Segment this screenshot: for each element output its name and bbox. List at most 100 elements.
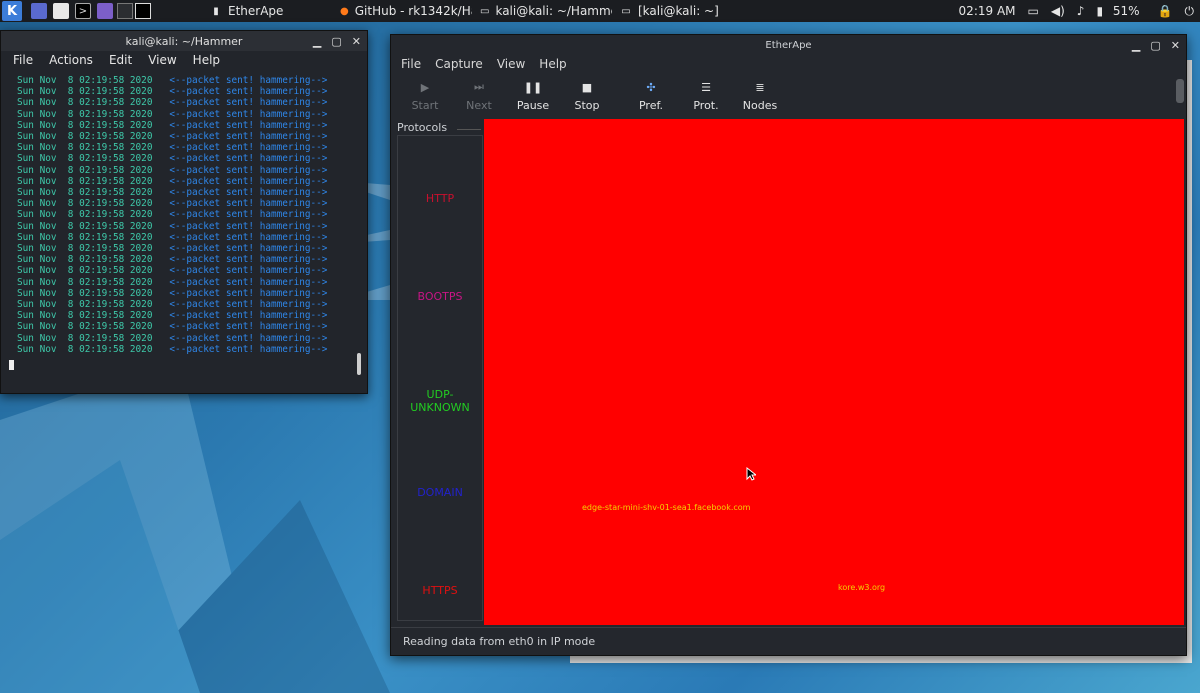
menu-help[interactable]: Help xyxy=(193,53,220,67)
line-message: <--packet sent! hammering--> xyxy=(169,310,328,322)
terminal-line: Sun Nov 8 02:19:58 2020 <--packet sent! … xyxy=(17,109,367,120)
line-timestamp: Sun Nov 8 02:19:58 2020 xyxy=(17,343,170,355)
line-timestamp: Sun Nov 8 02:19:58 2020 xyxy=(17,321,170,333)
display-icon[interactable]: ▭ xyxy=(1028,4,1039,18)
workspace-1[interactable] xyxy=(117,3,133,19)
menu-help[interactable]: Help xyxy=(539,57,566,71)
line-timestamp: Sun Nov 8 02:19:58 2020 xyxy=(17,142,170,154)
workspace-switcher-icon[interactable] xyxy=(31,3,47,19)
etherape-menubar: File Capture View Help xyxy=(391,55,1186,73)
text-cursor xyxy=(9,360,14,371)
protocol-udp-unknown[interactable]: UDP-UNKNOWN xyxy=(398,388,482,414)
terminal-line: Sun Nov 8 02:19:58 2020 <--packet sent! … xyxy=(17,243,367,254)
line-message: <--packet sent! hammering--> xyxy=(169,198,328,210)
nodes-list-icon: ≣ xyxy=(755,80,765,94)
line-timestamp: Sun Nov 8 02:19:58 2020 xyxy=(17,86,170,98)
network-graph-canvas[interactable]: edge-star-mini-shv-01-sea1.facebook.com … xyxy=(484,119,1184,625)
terminal-line: Sun Nov 8 02:19:58 2020 <--packet sent! … xyxy=(17,131,367,142)
terminal-line: Sun Nov 8 02:19:58 2020 <--packet sent! … xyxy=(17,277,367,288)
line-message: <--packet sent! hammering--> xyxy=(169,142,328,154)
terminal-line: Sun Nov 8 02:19:58 2020 <--packet sent! … xyxy=(17,187,367,198)
node-label-facebook[interactable]: edge-star-mini-shv-01-sea1.facebook.com xyxy=(582,503,750,512)
volume-icon[interactable]: ◀) xyxy=(1051,4,1065,18)
battery-icon[interactable]: ▮ 51% xyxy=(1096,4,1145,18)
line-timestamp: Sun Nov 8 02:19:58 2020 xyxy=(17,75,170,86)
clock[interactable]: 02:19 AM xyxy=(959,4,1016,18)
line-timestamp: Sun Nov 8 02:19:58 2020 xyxy=(17,131,170,143)
terminal-line: Sun Nov 8 02:19:58 2020 <--packet sent! … xyxy=(17,344,367,355)
lock-icon[interactable]: 🔒 xyxy=(1158,4,1173,18)
terminal-titlebar[interactable]: kali@kali: ~/Hammer ▁ ▢ ✕ xyxy=(1,31,367,51)
protocol-bootps[interactable]: BOOTPS xyxy=(398,290,482,303)
logout-icon[interactable]: ⏻ xyxy=(1185,4,1195,19)
terminal-line: Sun Nov 8 02:19:58 2020 <--packet sent! … xyxy=(17,176,367,187)
menu-view[interactable]: View xyxy=(497,57,525,71)
file-manager-icon[interactable] xyxy=(53,3,69,19)
etherape-window[interactable]: EtherApe ▁ ▢ ✕ File Capture View Help ▶ … xyxy=(390,34,1187,656)
terminal-line: Sun Nov 8 02:19:58 2020 <--packet sent! … xyxy=(17,86,367,97)
terminal-line: Sun Nov 8 02:19:58 2020 <--packet sent! … xyxy=(17,333,367,344)
protocol-https[interactable]: HTTPS xyxy=(398,584,482,597)
minimize-icon[interactable]: ▁ xyxy=(1132,39,1140,52)
line-message: <--packet sent! hammering--> xyxy=(169,119,328,131)
line-message: <--packet sent! hammering--> xyxy=(169,97,328,109)
protocols-list-icon: ☰ xyxy=(701,80,711,94)
terminal-line: Sun Nov 8 02:19:58 2020 <--packet sent! … xyxy=(17,97,367,108)
line-message: <--packet sent! hammering--> xyxy=(169,243,328,255)
minimize-icon[interactable]: ▁ xyxy=(313,35,321,48)
etherape-titlebar[interactable]: EtherApe ▁ ▢ ✕ xyxy=(391,35,1186,55)
terminal-line: Sun Nov 8 02:19:58 2020 <--packet sent! … xyxy=(17,165,367,176)
pause-icon: ❚❚ xyxy=(523,80,543,94)
mouse-cursor-icon xyxy=(746,467,756,481)
task-firefox[interactable]: ● GitHub - rk1342k/Hamm... xyxy=(332,0,472,22)
close-icon[interactable]: ✕ xyxy=(1171,39,1180,52)
kali-menu-icon[interactable]: K xyxy=(2,1,22,21)
menu-edit[interactable]: Edit xyxy=(109,53,132,67)
menu-file[interactable]: File xyxy=(401,57,421,71)
terminal-icon: ▭ xyxy=(480,5,490,17)
terminal-line: Sun Nov 8 02:19:58 2020 <--packet sent! … xyxy=(17,310,367,321)
menu-file[interactable]: File xyxy=(13,53,33,67)
line-message: <--packet sent! hammering--> xyxy=(169,276,328,288)
task-terminal-home[interactable]: ▭ [kali@kali: ~] xyxy=(612,0,752,22)
window-title: EtherApe xyxy=(765,39,812,51)
stop-button[interactable]: ■ Stop xyxy=(559,79,615,113)
line-timestamp: Sun Nov 8 02:19:58 2020 xyxy=(17,310,170,322)
protocols-button[interactable]: ☰ Prot. xyxy=(678,79,734,113)
line-message: <--packet sent! hammering--> xyxy=(169,86,328,98)
pause-button[interactable]: ❚❚ Pause xyxy=(505,79,561,113)
task-label: [kali@kali: ~] xyxy=(638,4,719,18)
preferences-button[interactable]: ✣ Pref. xyxy=(623,79,679,113)
terminal-window[interactable]: kali@kali: ~/Hammer ▁ ▢ ✕ File Actions E… xyxy=(0,30,368,394)
maximize-icon[interactable]: ▢ xyxy=(1150,39,1160,52)
firefox-launcher-icon[interactable] xyxy=(97,3,113,19)
terminal-launcher-icon[interactable]: > xyxy=(75,3,91,19)
task-etherape[interactable]: ▮ EtherApe xyxy=(202,0,332,22)
node-label-w3[interactable]: kore.w3.org xyxy=(838,583,885,592)
menu-view[interactable]: View xyxy=(148,53,176,67)
notification-bell-icon[interactable]: ♪ xyxy=(1077,4,1085,18)
line-message: <--packet sent! hammering--> xyxy=(169,299,328,311)
protocols-panel: Protocols HTTP BOOTPS UDP-UNKNOWN DOMAIN… xyxy=(397,121,483,621)
next-button[interactable]: ⏭ Next xyxy=(451,79,507,112)
close-icon[interactable]: ✕ xyxy=(352,35,361,48)
line-timestamp: Sun Nov 8 02:19:58 2020 xyxy=(17,287,170,299)
terminal-line: Sun Nov 8 02:19:58 2020 <--packet sent! … xyxy=(17,209,367,220)
menu-capture[interactable]: Capture xyxy=(435,57,483,71)
scrollbar[interactable] xyxy=(1176,79,1184,103)
workspace-2[interactable] xyxy=(135,3,151,19)
system-tray: 02:19 AM ▭ ◀) ♪ ▮ 51% 🔒 ⏻ xyxy=(953,0,1200,22)
start-button[interactable]: ▶ Start xyxy=(397,79,453,113)
scrollbar[interactable] xyxy=(357,353,361,375)
terminal-output[interactable]: Sun Nov 8 02:19:58 2020 <--packet sent! … xyxy=(1,69,367,355)
menu-actions[interactable]: Actions xyxy=(49,53,93,67)
protocol-http[interactable]: HTTP xyxy=(398,192,482,205)
line-timestamp: Sun Nov 8 02:19:58 2020 xyxy=(17,108,170,120)
nodes-button[interactable]: ≣ Nodes xyxy=(732,79,788,113)
line-message: <--packet sent! hammering--> xyxy=(169,131,328,143)
maximize-icon[interactable]: ▢ xyxy=(331,35,341,48)
task-terminal-hammer[interactable]: ▭ kali@kali: ~/Hammer xyxy=(472,0,612,22)
line-message: <--packet sent! hammering--> xyxy=(169,231,328,243)
preferences-icon: ✣ xyxy=(646,80,656,94)
protocol-domain[interactable]: DOMAIN xyxy=(398,486,482,499)
